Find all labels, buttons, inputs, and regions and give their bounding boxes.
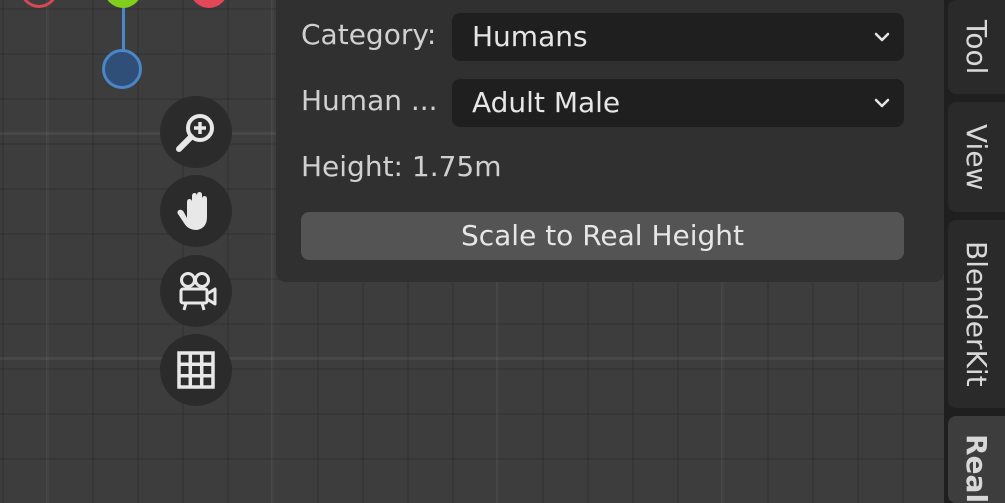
human-label: Human ...: [301, 84, 438, 117]
grid-line: [271, 0, 274, 503]
gizmo-y-handle[interactable]: [104, 0, 142, 8]
sidebar-tab-strip: Tool View BlenderKit Real: [944, 0, 1005, 503]
height-readout: Height: 1.75m: [301, 150, 502, 183]
grid-line: [46, 0, 49, 503]
chevron-down-icon: [874, 32, 890, 42]
camera-icon: [179, 272, 217, 311]
pan-button[interactable]: [160, 175, 232, 247]
tab-label: BlenderKit: [960, 241, 993, 387]
tab-label: View: [960, 123, 993, 191]
real-height-panel: Category: Humans Human ... Adult Male He…: [276, 0, 944, 282]
category-dropdown[interactable]: Humans: [452, 13, 904, 61]
chevron-down-icon: [874, 98, 890, 108]
tab-view[interactable]: View: [948, 102, 1005, 212]
grid-icon: [177, 351, 215, 389]
gizmo-z-handle[interactable]: [102, 49, 142, 89]
grid-view-button[interactable]: [160, 334, 232, 406]
zoom-button[interactable]: [160, 96, 232, 168]
tab-real[interactable]: Real: [948, 416, 1005, 503]
tab-tool[interactable]: Tool: [948, 0, 1005, 94]
category-label: Category:: [301, 18, 437, 51]
tab-label: Tool: [960, 19, 993, 75]
hand-pan-icon: [177, 192, 207, 230]
grid-line: [0, 357, 1005, 360]
gizmo-neg-x-handle[interactable]: [20, 0, 58, 8]
human-value: Adult Male: [472, 86, 621, 119]
zoom-icon: [176, 114, 214, 152]
tab-blenderkit[interactable]: BlenderKit: [948, 220, 1005, 408]
tab-label: Real: [960, 434, 993, 503]
scale-to-real-height-button[interactable]: Scale to Real Height: [301, 212, 904, 260]
camera-view-button[interactable]: [160, 255, 232, 327]
human-dropdown[interactable]: Adult Male: [452, 79, 904, 127]
category-value: Humans: [472, 20, 588, 53]
3d-viewport[interactable]: Category: Humans Human ... Adult Male He…: [0, 0, 1005, 503]
gizmo-x-handle[interactable]: [190, 0, 228, 8]
